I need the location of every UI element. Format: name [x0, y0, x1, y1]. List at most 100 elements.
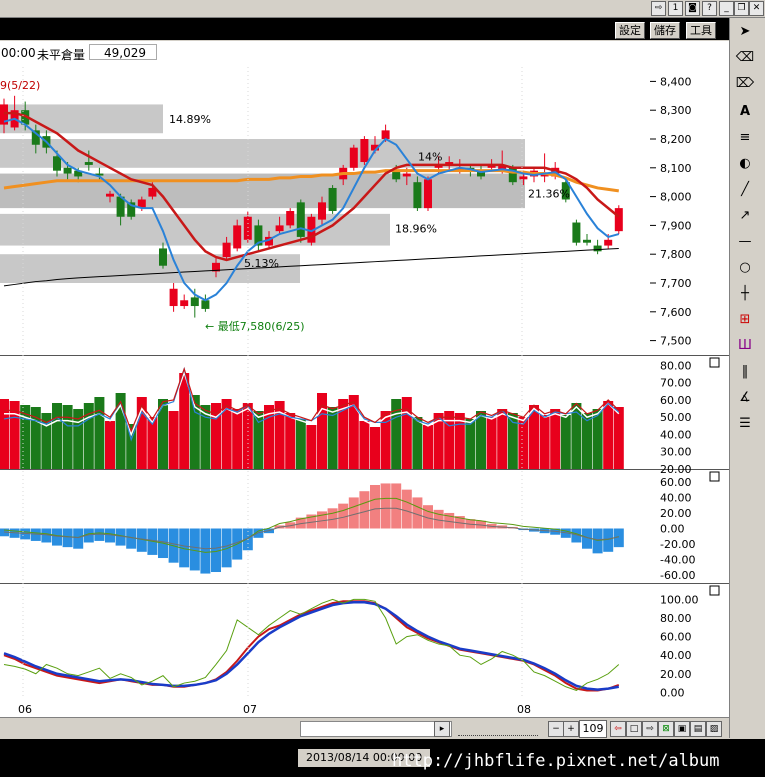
candle-body — [106, 193, 114, 197]
bottom-toolbar: ▸ − + 109 ⇦ □ ⇨ ⊠ ▣ ▤ ▨ — [0, 717, 729, 740]
hline-tool-icon[interactable]: — — [734, 232, 756, 252]
price-annotation: ← 最低7,580(6/25) — [205, 320, 305, 333]
save-disk-icon[interactable]: ▣ — [674, 721, 690, 737]
volume-bar — [412, 417, 423, 469]
candle-body — [169, 288, 178, 307]
macd-bar — [359, 491, 370, 529]
arrow-tool-icon[interactable]: ↗ — [734, 206, 756, 226]
help-icon[interactable]: ? — [702, 1, 717, 16]
fan-tool-icon[interactable]: ∡ — [734, 388, 756, 408]
candle-body — [180, 300, 189, 307]
macd-panel: 60.00 40.00 20.00 0.00 -20.00 -40.00 -60.00 — [0, 470, 729, 584]
time-label: 00:00 — [1, 46, 36, 60]
candle-body — [275, 225, 284, 232]
price-tick-label: 7,900 — [660, 219, 692, 232]
minimize-icon[interactable]: _ — [719, 1, 734, 16]
macd-tick-label: -20.00 — [660, 538, 695, 551]
line-tool-icon[interactable]: ╱ — [734, 180, 756, 200]
vline-tool-icon[interactable]: ┼ — [734, 284, 756, 304]
zoom-slider[interactable] — [458, 721, 538, 736]
candle-body — [614, 208, 623, 232]
price-panel: 8,400 8,300 8,200 8,100 8,000 7,900 7,800 7,700… — [0, 67, 729, 356]
volume-bar — [401, 397, 412, 469]
tools-button[interactable]: 工具 — [686, 22, 716, 39]
chart-area: 8,400 8,300 8,200 8,100 8,000 7,900 7,800 7,700… — [0, 67, 729, 717]
close-panel-icon — [709, 471, 720, 482]
page-icon[interactable]: □ — [626, 721, 642, 737]
price-tick-label: 8,300 — [660, 104, 692, 117]
zoom-out-icon[interactable]: − — [548, 721, 564, 737]
lines-icon[interactable]: ≡ — [734, 128, 756, 148]
grid-tool-icon[interactable]: ☰ — [734, 414, 756, 434]
candle-body — [243, 216, 252, 240]
color-icon[interactable]: ◐ — [734, 154, 756, 174]
next-icon[interactable]: ⇨ — [642, 721, 658, 737]
scroll-right-icon[interactable]: ▸ — [434, 721, 450, 737]
macd-bar — [52, 528, 62, 546]
eraser-one-icon[interactable]: ⌫ — [734, 48, 756, 68]
circle-tool-icon[interactable]: ○ — [734, 258, 756, 278]
volume-bar — [518, 417, 529, 469]
volume-bar — [274, 401, 285, 469]
macd-tick-label: -60.00 — [660, 569, 695, 582]
close-panel-icon — [709, 585, 720, 596]
volume-bar — [253, 411, 264, 469]
candle-body — [424, 179, 432, 209]
volume-tick-label: 50.00 — [660, 411, 692, 424]
image-icon[interactable]: ▨ — [706, 721, 722, 737]
candle-body — [63, 167, 72, 174]
candle-body — [593, 245, 602, 252]
candle-body — [53, 156, 61, 171]
fibonacci-tool-icon[interactable]: Ш — [734, 336, 756, 356]
zoom-in-icon[interactable]: + — [563, 721, 579, 737]
period-label: 9(5/22) — [0, 79, 41, 92]
volume-bar — [359, 421, 370, 469]
macd-bar — [62, 528, 73, 548]
candle-body — [413, 182, 422, 209]
volume-bar — [62, 405, 73, 469]
restore-icon[interactable]: ❐ — [734, 1, 749, 16]
text-icon[interactable]: A — [734, 102, 756, 122]
cursor-icon[interactable]: ➤ — [734, 22, 756, 42]
mark-tool-icon[interactable]: ⊞ — [734, 310, 756, 330]
drawing-toolbar: ➤ ⌫ ⌦ A ≡ ◐ ╱ ↗ — ○ ┼ ⊞ Ш ‖ ∡ ☰ — [729, 18, 765, 738]
kd-tick-label: 60.00 — [660, 631, 692, 644]
status-bar: 2013/08/14 00:00:00 http://jhbflife.pixn… — [0, 739, 765, 777]
volume-bar — [317, 393, 327, 469]
candle-body — [381, 130, 390, 139]
settings-button[interactable]: 設定 — [615, 22, 645, 39]
volume-bar — [582, 413, 592, 469]
close-icon[interactable]: ✕ — [749, 1, 764, 16]
candle-body — [572, 222, 581, 243]
horizontal-scrollbar[interactable] — [300, 721, 452, 737]
price-annotation: 21.36% — [528, 188, 570, 201]
price-tick-label: 7,600 — [660, 306, 692, 319]
kd-tick-label: 40.00 — [660, 649, 692, 662]
zoom-value[interactable]: 109 — [579, 720, 607, 738]
candle-body — [190, 297, 199, 307]
panel-divider — [0, 583, 729, 584]
volume-bar — [507, 413, 518, 469]
export-icon[interactable]: ⊠ — [658, 721, 674, 737]
volume-bar — [285, 413, 296, 469]
candle-body — [222, 242, 231, 258]
volume-bar — [105, 421, 115, 469]
volume-bar — [613, 407, 624, 469]
camera-icon[interactable]: ◙ — [685, 1, 700, 16]
nav-icon[interactable]: ⇨ — [651, 1, 666, 16]
macd-bar — [370, 484, 380, 529]
eraser-all-icon[interactable]: ⌦ — [734, 74, 756, 94]
macd-tick-label: 40.00 — [660, 491, 692, 504]
candle-body — [201, 300, 210, 309]
info-icon[interactable]: 1 — [668, 1, 683, 16]
channel-tool-icon[interactable]: ‖ — [734, 362, 756, 382]
prev-icon[interactable]: ⇦ — [610, 721, 626, 737]
candle-body — [84, 162, 93, 165]
save-button[interactable]: 儲存 — [650, 22, 680, 39]
macd-tick-label: 60.00 — [660, 476, 692, 489]
macd-bar — [391, 483, 402, 529]
print-icon[interactable]: ▤ — [690, 721, 706, 737]
macd-bar — [73, 528, 84, 549]
rsi-volume-panel: 80.00 70.00 60.00 50.00 40.00 30.00 20.00 — [0, 356, 729, 476]
volume-bar — [295, 419, 306, 469]
